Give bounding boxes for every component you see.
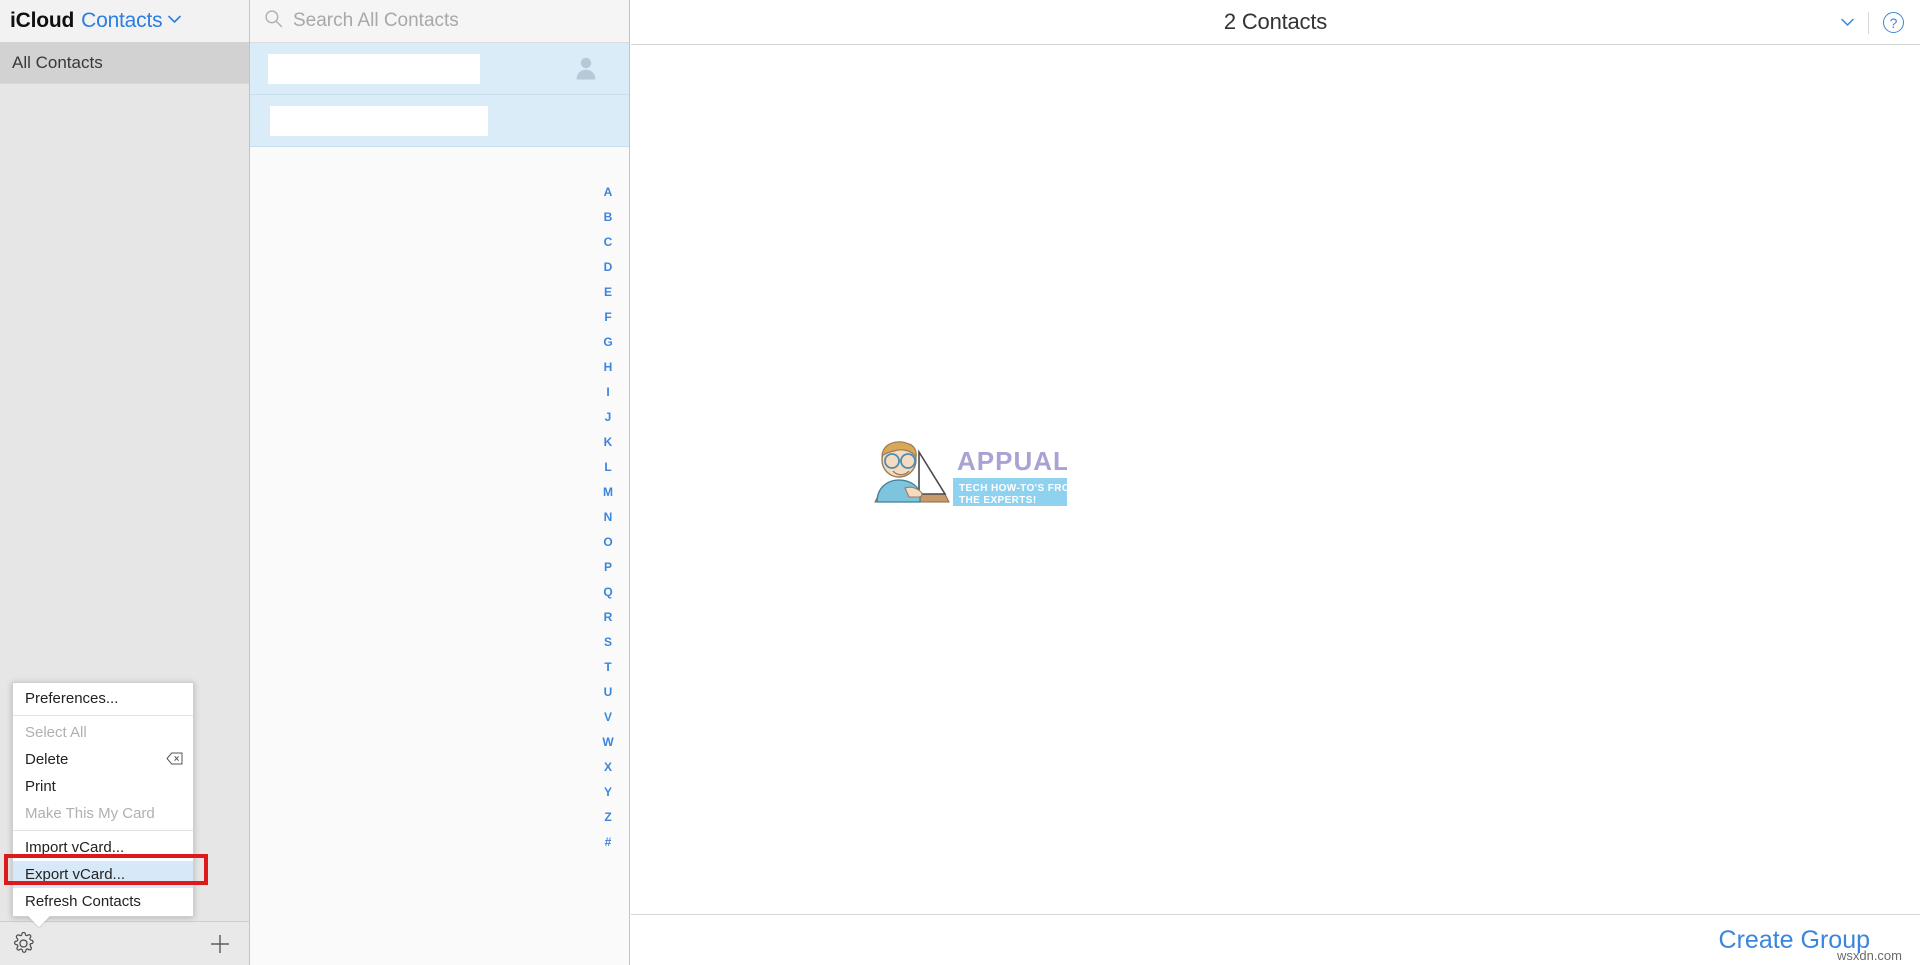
alpha-index-letter[interactable]: J [605, 405, 612, 430]
menu-item-select-all[interactable]: Select All [13, 719, 193, 746]
alpha-index-letter[interactable]: R [604, 605, 613, 630]
question-mark-icon[interactable]: ? [1883, 12, 1904, 33]
alpha-index-letter[interactable]: Y [604, 780, 612, 805]
alpha-index-letter[interactable]: U [604, 680, 613, 705]
alpha-index-letter[interactable]: N [604, 505, 613, 530]
gear-icon[interactable] [12, 931, 35, 955]
search-icon [264, 9, 283, 33]
svg-text:TECH HOW-TO'S FROM: TECH HOW-TO'S FROM [959, 483, 1067, 494]
sidebar: iCloud Contacts All Contacts Preferences… [0, 0, 250, 965]
site-watermark: wsxdn.com [1836, 948, 1902, 963]
alpha-index-letter[interactable]: C [604, 230, 613, 255]
alpha-index-letter[interactable]: S [604, 630, 612, 655]
alpha-index-letter[interactable]: O [603, 530, 612, 555]
appuals-watermark: APPUALS TECH HOW-TO'S FROM THE EXPERTS! [867, 432, 1087, 510]
person-silhouette-icon [575, 56, 597, 85]
menu-item-label: Export vCard... [25, 866, 126, 883]
alphabet-index: A B C D E F G H I J K L M N O P Q R S T … [597, 180, 619, 855]
menu-item-preferences[interactable]: Preferences... [13, 685, 193, 712]
redacted-contact-name [270, 105, 488, 136]
search-input[interactable] [293, 10, 593, 32]
alpha-index-letter[interactable]: K [604, 430, 613, 455]
settings-context-menu: Preferences... Select All Delete Print M… [12, 682, 194, 927]
menu-item-label: Select All [25, 724, 87, 741]
alpha-index-letter[interactable]: B [604, 205, 613, 230]
alpha-index-letter[interactable]: T [604, 655, 611, 680]
alpha-index-letter[interactable]: D [604, 255, 613, 280]
detail-header: 2 Contacts ? [631, 0, 1920, 45]
menu-item-label: Preferences... [25, 690, 119, 707]
alpha-index-letter[interactable]: W [602, 730, 613, 755]
icloud-brand: iCloud [10, 9, 75, 32]
contact-detail-pane: 2 Contacts ? APPUAL TECH HOW-TO'S FROM T… [631, 0, 1920, 965]
menu-item-make-this-my-card[interactable]: Make This My Card [13, 800, 193, 827]
contacts-list-column: A B C D E F G H I J K L M N O P Q R S T … [250, 0, 630, 965]
menu-item-label: Import vCard... [25, 839, 125, 856]
delete-key-icon [166, 752, 183, 768]
alpha-index-letter[interactable]: L [604, 455, 611, 480]
alpha-index-letter[interactable]: P [604, 555, 612, 580]
page-title: 2 Contacts [1223, 9, 1328, 34]
alpha-index-letter[interactable]: # [605, 830, 612, 855]
menu-pointer-arrow [27, 915, 51, 927]
alpha-index-letter[interactable]: E [604, 280, 612, 305]
menu-separator [13, 715, 193, 716]
icloud-contacts-app: iCloud Contacts All Contacts Preferences… [0, 0, 1920, 965]
app-name-contacts[interactable]: Contacts [81, 9, 162, 33]
alpha-index-letter[interactable]: Z [604, 805, 611, 830]
contact-list-item[interactable] [250, 43, 629, 95]
contact-list-item[interactable] [250, 95, 629, 147]
alpha-index-letter[interactable]: G [603, 330, 612, 355]
alpha-index-letter[interactable]: X [604, 755, 612, 780]
search-bar [250, 0, 629, 43]
alpha-index-letter[interactable]: Q [603, 580, 612, 605]
header-divider [1868, 11, 1869, 34]
alpha-index-letter[interactable]: I [606, 380, 609, 405]
menu-item-export-vcard[interactable]: Export vCard... [13, 861, 193, 888]
svg-text:APPUALS: APPUALS [957, 446, 1067, 476]
menu-item-label: Delete [25, 751, 69, 768]
alpha-index-letter[interactable]: M [603, 480, 613, 505]
menu-separator [13, 830, 193, 831]
sidebar-item-all-contacts[interactable]: All Contacts [0, 43, 249, 84]
add-contact-plus-icon[interactable] [209, 933, 231, 955]
menu-item-label: Make This My Card [25, 805, 155, 822]
svg-text:THE EXPERTS!: THE EXPERTS! [959, 495, 1037, 506]
alpha-index-letter[interactable]: H [604, 355, 613, 380]
menu-item-print[interactable]: Print [13, 773, 193, 800]
menu-item-import-vcard[interactable]: Import vCard... [13, 834, 193, 861]
sidebar-footer [0, 921, 249, 965]
chevron-down-icon[interactable] [1841, 14, 1854, 31]
menu-item-refresh-contacts[interactable]: Refresh Contacts [13, 888, 193, 915]
alpha-index-letter[interactable]: V [604, 705, 612, 730]
sidebar-header: iCloud Contacts [0, 0, 249, 43]
menu-item-delete[interactable]: Delete [13, 746, 193, 773]
detail-footer: Create Group [631, 914, 1920, 965]
alpha-index-letter[interactable]: A [604, 180, 613, 205]
alpha-index-letter[interactable]: F [604, 305, 611, 330]
menu-item-label: Print [25, 778, 56, 795]
sidebar-item-label: All Contacts [12, 53, 103, 72]
chevron-down-icon[interactable] [168, 12, 182, 27]
detail-header-actions: ? [1841, 0, 1904, 45]
redacted-contact-name [268, 53, 480, 84]
menu-item-label: Refresh Contacts [25, 893, 141, 910]
